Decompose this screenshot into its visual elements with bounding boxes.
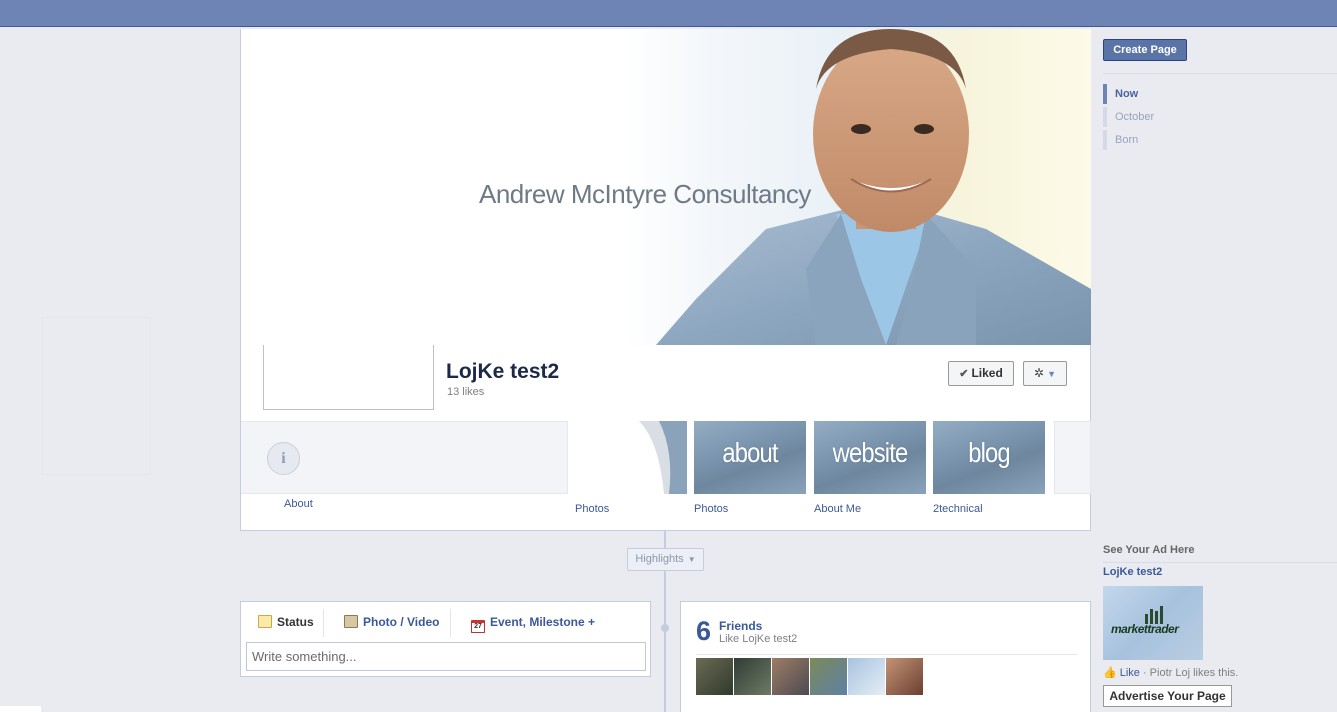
about-box[interactable]: i <box>241 421 568 494</box>
cover-person-image <box>656 29 1091 345</box>
status-composer: Status Photo / Video 27 Event, Milestone … <box>240 601 651 677</box>
tab-photo-video[interactable]: Photo / Video <box>344 615 439 629</box>
timeline-nav-born[interactable]: Born <box>1103 130 1223 150</box>
timeline-dot <box>661 624 669 632</box>
liked-button[interactable]: ✔ Liked <box>948 361 1014 386</box>
ad-page-name[interactable]: LojKe test2 <box>1103 566 1162 578</box>
app-label-2technical[interactable]: 2technical <box>933 503 983 515</box>
friends-title[interactable]: Friends <box>719 619 762 633</box>
friend-avatar[interactable] <box>810 658 847 695</box>
tab-status[interactable]: Status <box>258 615 314 629</box>
friend-avatar[interactable] <box>886 658 923 695</box>
app-thumb-about[interactable]: about <box>694 421 806 494</box>
timeline-nav-now[interactable]: Now <box>1103 84 1223 104</box>
photo-icon <box>344 615 358 628</box>
friend-avatar[interactable] <box>696 658 733 695</box>
thumbs-up-icon: 👍 <box>1103 667 1117 679</box>
tab-event-milestone[interactable]: 27 Event, Milestone + <box>471 615 595 633</box>
friends-box: 6 Friends Like LojKe test2 <box>680 601 1091 712</box>
create-page-button[interactable]: Create Page <box>1103 39 1187 61</box>
ad-logo-text: markettrader <box>1111 622 1179 636</box>
info-icon: i <box>267 442 300 475</box>
app-label-photos[interactable]: Photos <box>575 503 609 515</box>
likes-count: 13 likes <box>447 386 485 398</box>
gear-icon: ✲ <box>1034 366 1045 380</box>
advertise-your-page-button[interactable]: Advertise Your Page <box>1103 685 1232 707</box>
left-placeholder <box>42 317 151 475</box>
friends-count: 6 <box>696 616 712 646</box>
ad-section-title[interactable]: See Your Ad Here <box>1103 544 1195 556</box>
page-name[interactable]: LojKe test2 <box>446 360 559 384</box>
calendar-icon: 27 <box>471 620 485 633</box>
app-thumb-blog[interactable]: blog <box>933 421 1045 494</box>
friend-avatar[interactable] <box>734 658 771 695</box>
app-label-about-me[interactable]: About Me <box>814 503 861 515</box>
chevron-down-icon: ▼ <box>1047 369 1056 379</box>
checkmark-icon: ✔ <box>959 368 969 380</box>
highlights-dropdown[interactable]: Highlights ▼ <box>627 548 704 571</box>
ad-like-link[interactable]: Like <box>1120 667 1140 679</box>
status-icon <box>258 615 272 628</box>
chevron-down-icon: ▼ <box>687 555 696 564</box>
friend-avatar[interactable] <box>848 658 885 695</box>
profile-picture[interactable] <box>263 345 434 410</box>
app-label-photos-2[interactable]: Photos <box>694 503 728 515</box>
ad-like-line: 👍 Like · Piotr Loj likes this. <box>1103 667 1239 679</box>
cover-photo: Andrew McIntyre Consultancy <box>241 29 1091 345</box>
right-sidebar: Create Page Now October Born See Your Ad… <box>1103 0 1337 712</box>
app-thumb-website[interactable]: website <box>814 421 926 494</box>
timeline-header: Andrew McIntyre Consultancy LojKe test2 … <box>240 29 1091 531</box>
about-link[interactable]: About <box>284 498 313 510</box>
status-input[interactable]: Write something... <box>246 642 646 671</box>
page-settings-button[interactable]: ✲ ▼ <box>1023 361 1067 386</box>
app-thumb-more[interactable] <box>1054 421 1091 494</box>
app-thumb-photos[interactable] <box>569 421 687 494</box>
friends-subtitle: Like LojKe test2 <box>719 633 798 645</box>
ad-image[interactable]: markettrader <box>1103 586 1203 660</box>
timeline-nav-october[interactable]: October <box>1103 107 1223 127</box>
friend-avatar[interactable] <box>772 658 809 695</box>
